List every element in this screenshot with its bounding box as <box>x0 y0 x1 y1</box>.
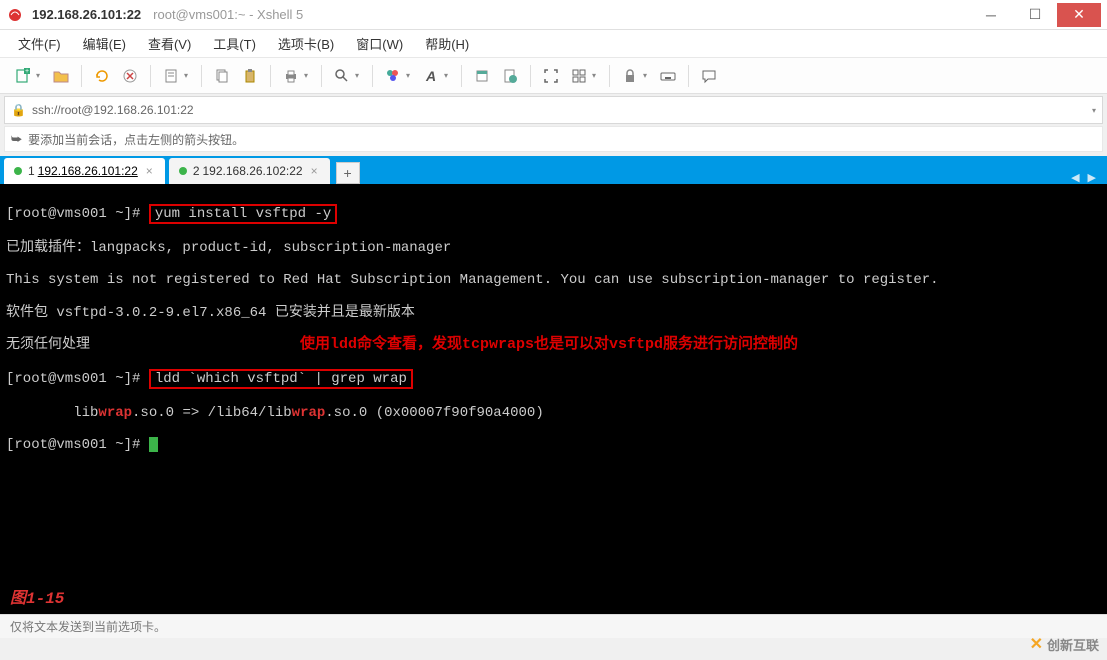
watermark: ✕ 创新互联 <box>1030 634 1099 654</box>
fullscreen-icon[interactable] <box>538 63 564 89</box>
status-bar: 仅将文本发送到当前选项卡。 <box>0 614 1107 638</box>
lock-small-icon: 🔒 <box>11 103 26 117</box>
menu-file[interactable]: 文件(F) <box>14 32 65 55</box>
tab-next-icon[interactable]: ▶ <box>1085 171 1099 184</box>
script-icon[interactable] <box>469 63 495 89</box>
menu-tabs[interactable]: 选项卡(B) <box>274 32 338 55</box>
menu-edit[interactable]: 编辑(E) <box>79 32 130 55</box>
status-dot-icon <box>14 167 22 175</box>
separator <box>270 65 271 87</box>
prompt: [root@vms001 ~]# <box>6 438 149 454</box>
tab-prev-icon[interactable]: ◀ <box>1068 171 1082 184</box>
tab-number: 2 <box>193 164 200 178</box>
status-dot-icon <box>179 167 187 175</box>
terminal-line: [root@vms001 ~]# yum install vsftpd -y <box>6 204 1101 224</box>
terminal-line: This system is not registered to Red Hat… <box>6 272 1101 288</box>
minimize-button[interactable]: ─ <box>969 3 1013 27</box>
tab-label: 192.168.26.101:22 <box>38 164 138 178</box>
menubar: 文件(F) 编辑(E) 查看(V) 工具(T) 选项卡(B) 窗口(W) 帮助(… <box>0 30 1107 58</box>
separator <box>688 65 689 87</box>
match-highlight: wrap <box>98 405 132 421</box>
find-icon[interactable] <box>329 63 355 89</box>
separator <box>201 65 202 87</box>
terminal[interactable]: [root@vms001 ~]# yum install vsftpd -y 已… <box>0 184 1107 614</box>
properties-icon[interactable] <box>158 63 184 89</box>
open-folder-icon[interactable] <box>48 63 74 89</box>
annotation-note: 使用ldd命令查看，发现tcpwraps也是可以对vsftpd服务进行访问控制的 <box>300 336 798 353</box>
status-text: 仅将文本发送到当前选项卡。 <box>10 618 166 635</box>
menu-tools[interactable]: 工具(T) <box>209 32 260 55</box>
app-icon <box>6 6 24 24</box>
menu-window[interactable]: 窗口(W) <box>352 32 407 55</box>
address-bar[interactable]: 🔒 ssh://root@192.168.26.101:22 ▾ <box>4 96 1103 124</box>
close-button[interactable]: ✕ <box>1057 3 1101 27</box>
cursor <box>149 437 158 452</box>
terminal-line: libwrap.so.0 => /lib64/libwrap.so.0 (0x0… <box>6 405 1101 421</box>
figure-label: 图1-15 <box>10 590 64 608</box>
maximize-button[interactable]: ☐ <box>1013 3 1057 27</box>
dropdown-icon[interactable]: ▾ <box>355 71 365 80</box>
print-icon[interactable] <box>278 63 304 89</box>
dropdown-icon[interactable]: ▾ <box>1092 106 1096 115</box>
dropdown-icon[interactable]: ▾ <box>184 71 194 80</box>
title-subtext: root@vms001:~ - Xshell 5 <box>153 7 303 22</box>
prompt: [root@vms001 ~]# <box>6 371 149 387</box>
menu-view[interactable]: 查看(V) <box>144 32 195 55</box>
tab-bar: 1 192.168.26.101:22 × 2 192.168.26.102:2… <box>0 156 1107 184</box>
highlighted-command: yum install vsftpd -y <box>149 204 337 224</box>
keyboard-icon[interactable] <box>655 63 681 89</box>
tab-close-icon[interactable]: × <box>311 164 318 178</box>
dropdown-icon[interactable]: ▾ <box>36 71 46 80</box>
dropdown-icon[interactable]: ▾ <box>304 71 314 80</box>
session-tab-1[interactable]: 1 192.168.26.101:22 × <box>4 158 165 184</box>
watermark-text: 创新互联 <box>1047 635 1099 654</box>
reconnect-icon[interactable] <box>89 63 115 89</box>
match-highlight: wrap <box>292 405 326 421</box>
tab-number: 1 <box>28 164 35 178</box>
terminal-line: [root@vms001 ~]# <box>6 437 1101 453</box>
separator <box>372 65 373 87</box>
copy-icon[interactable] <box>209 63 235 89</box>
titlebar: 192.168.26.101:22 root@vms001:~ - Xshell… <box>0 0 1107 30</box>
separator <box>530 65 531 87</box>
window-controls: ─ ☐ ✕ <box>969 3 1101 27</box>
disconnect-icon[interactable] <box>117 63 143 89</box>
separator <box>81 65 82 87</box>
add-tab-button[interactable]: + <box>336 162 360 184</box>
tip-text: 要添加当前会话，点击左侧的箭头按钮。 <box>28 131 244 148</box>
arrow-icon[interactable]: ⮩ <box>11 132 22 147</box>
tab-nav: ◀ ▶ <box>1068 171 1103 184</box>
separator <box>461 65 462 87</box>
dropdown-icon[interactable]: ▾ <box>406 71 416 80</box>
watermark-icon: ✕ <box>1030 634 1043 654</box>
prompt: [root@vms001 ~]# <box>6 206 149 222</box>
lock-icon[interactable] <box>617 63 643 89</box>
title-ip: 192.168.26.101:22 <box>32 7 141 22</box>
terminal-line: 已加载插件：langpacks, product-id, subscriptio… <box>6 240 1101 256</box>
separator <box>321 65 322 87</box>
dropdown-icon[interactable]: ▾ <box>592 71 602 80</box>
font-icon[interactable]: A <box>418 63 444 89</box>
new-session-icon[interactable]: + <box>10 63 36 89</box>
tab-label: 192.168.26.102:22 <box>203 164 303 178</box>
color-icon[interactable] <box>380 63 406 89</box>
tip-bar: ⮩ 要添加当前会话，点击左侧的箭头按钮。 <box>4 126 1103 152</box>
terminal-line: [root@vms001 ~]# ldd `which vsftpd` | gr… <box>6 369 1101 389</box>
separator <box>609 65 610 87</box>
highlighted-command: ldd `which vsftpd` | grep wrap <box>149 369 413 389</box>
paste-icon[interactable] <box>237 63 263 89</box>
session-tab-2[interactable]: 2 192.168.26.102:22 × <box>169 158 330 184</box>
log-icon[interactable] <box>497 63 523 89</box>
help-chat-icon[interactable] <box>696 63 722 89</box>
dropdown-icon[interactable]: ▾ <box>444 71 454 80</box>
dropdown-icon[interactable]: ▾ <box>643 71 653 80</box>
menu-help[interactable]: 帮助(H) <box>421 32 473 55</box>
toolbar: + ▾ ▾ ▾ ▾ ▾ A ▾ ▾ ▾ <box>0 58 1107 94</box>
address-text: ssh://root@192.168.26.101:22 <box>32 103 194 117</box>
tile-icon[interactable] <box>566 63 592 89</box>
tab-close-icon[interactable]: × <box>146 164 153 178</box>
separator <box>150 65 151 87</box>
terminal-line: 软件包 vsftpd-3.0.2-9.el7.x86_64 已安装并且是最新版本 <box>6 305 1101 321</box>
svg-text:+: + <box>25 68 29 75</box>
